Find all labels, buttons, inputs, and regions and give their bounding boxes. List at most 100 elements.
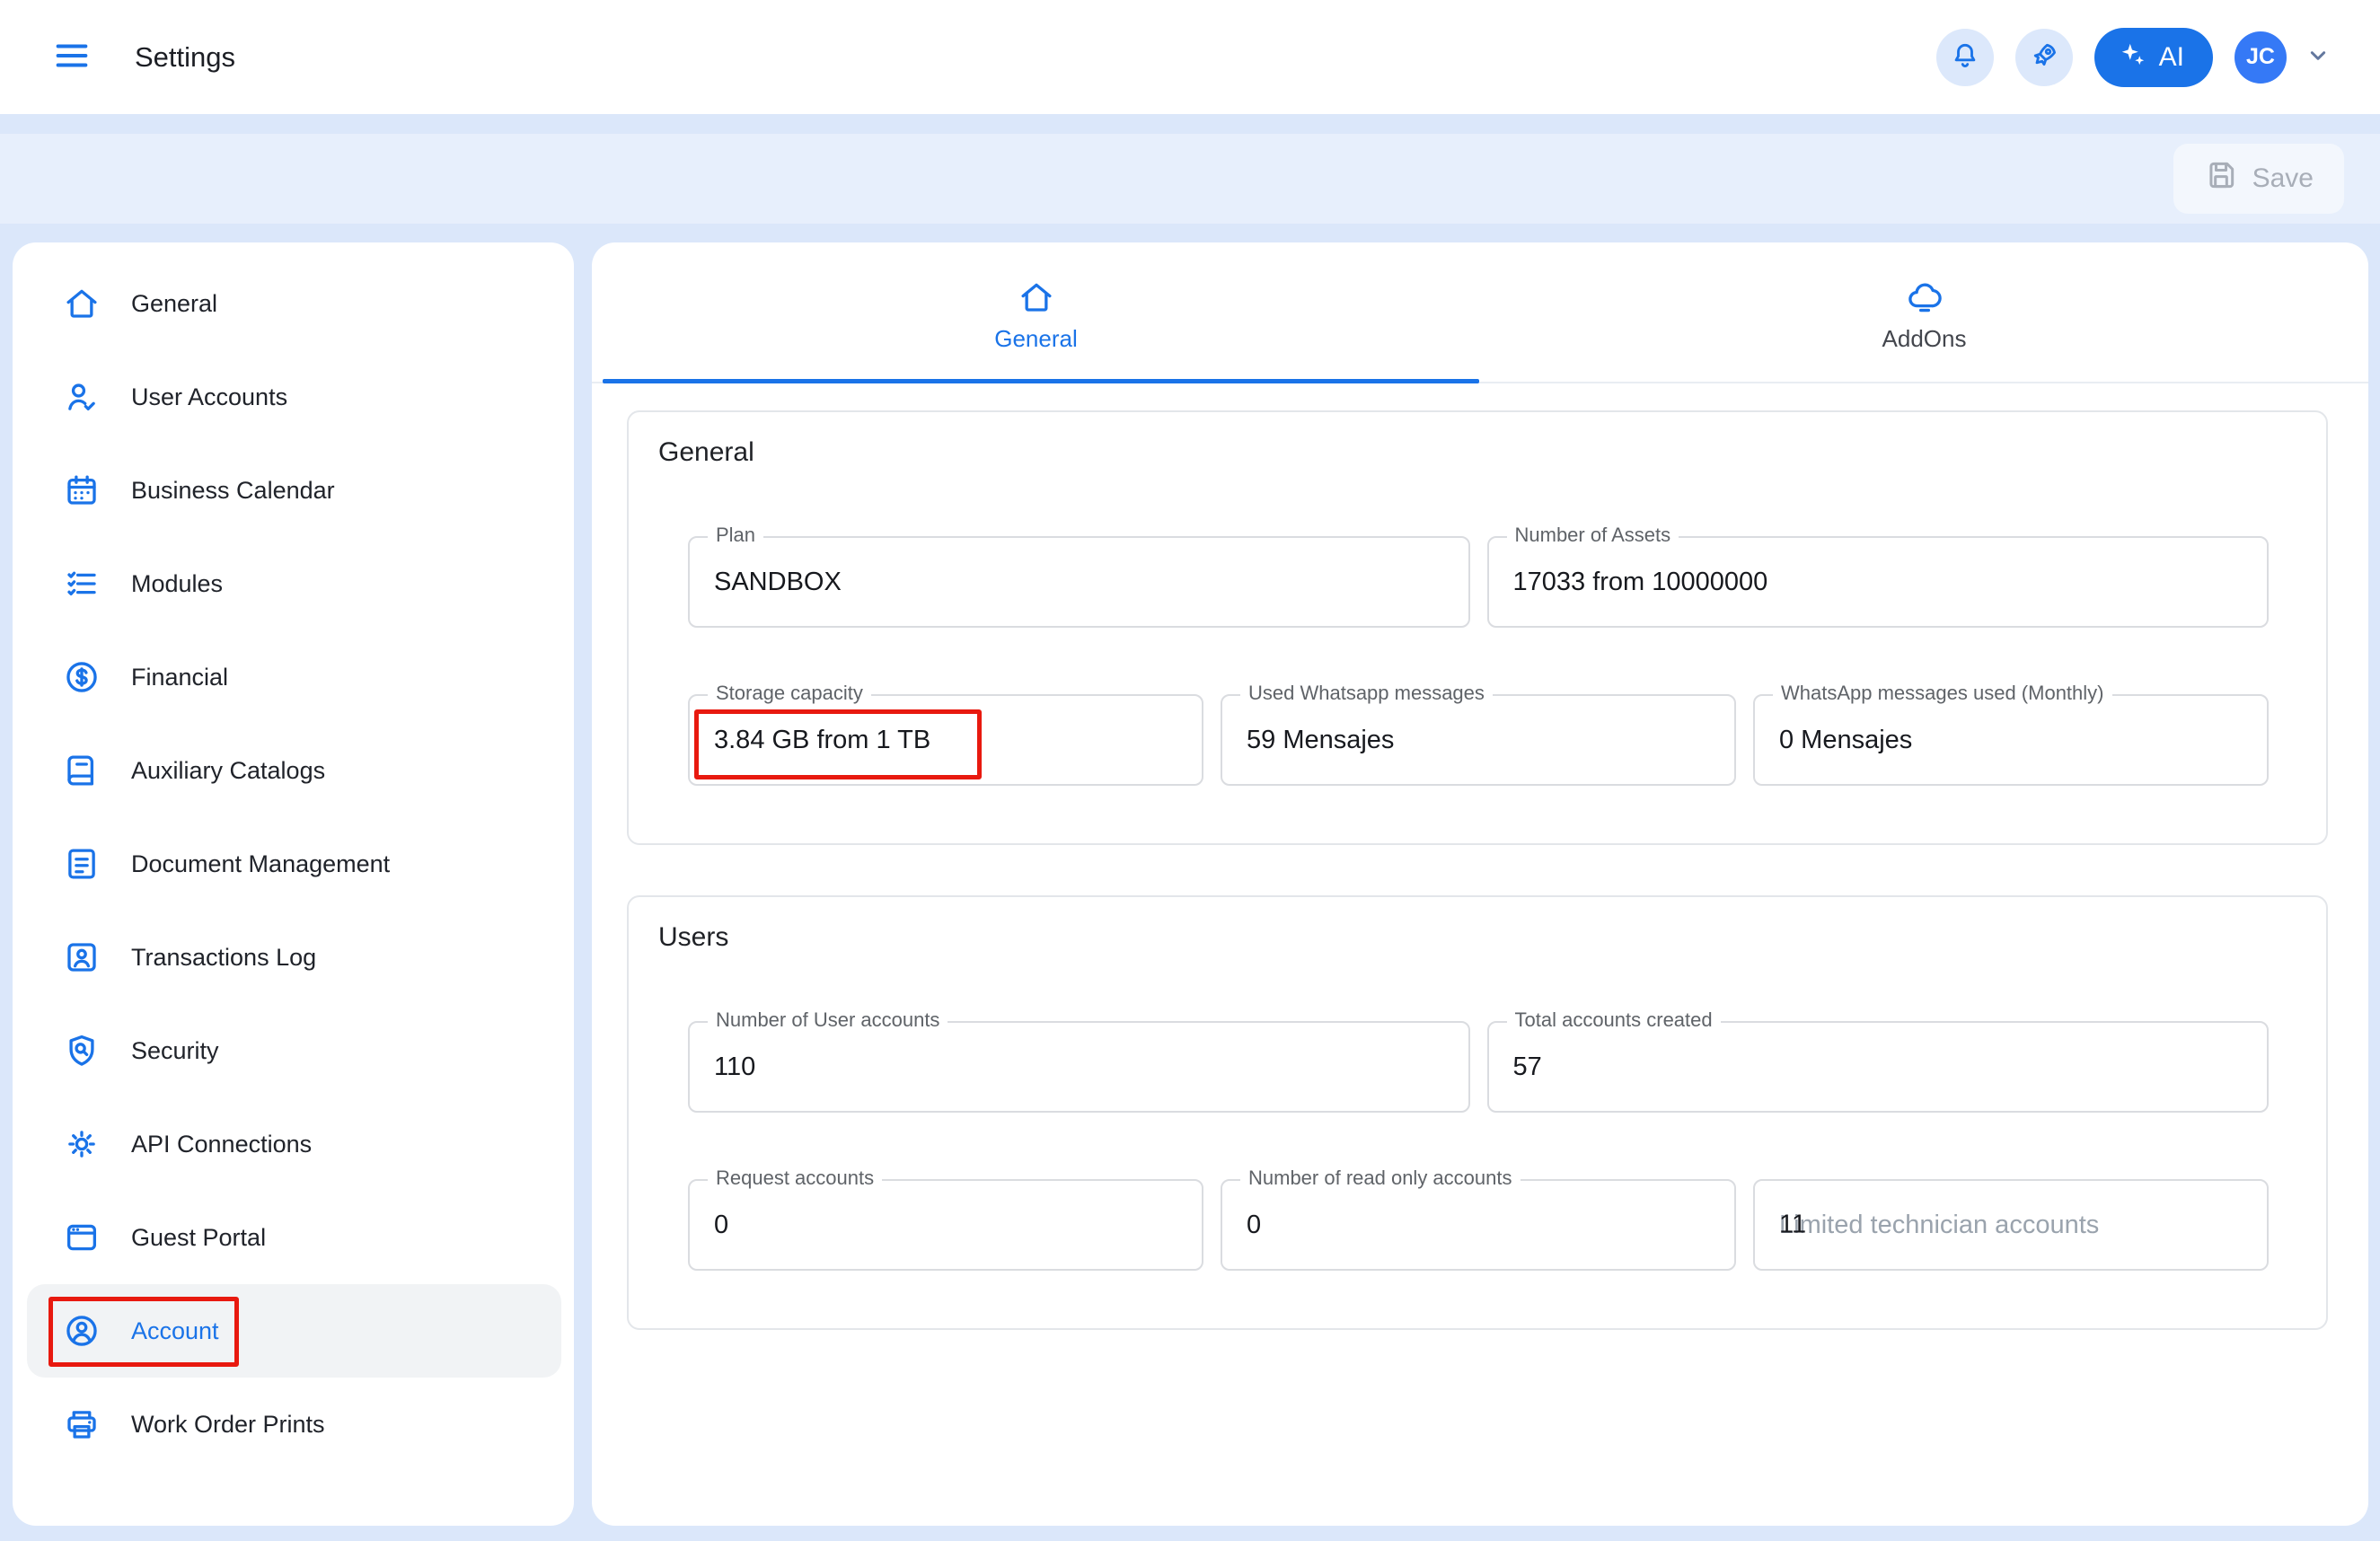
user-circle-icon: [63, 1312, 101, 1350]
storage-capacity-field-label: Storage capacity: [708, 682, 871, 705]
general-section-title: General: [658, 437, 2326, 468]
sidebar-item-label: User Accounts: [131, 383, 287, 411]
save-button[interactable]: Save: [2173, 144, 2344, 214]
total-accounts-created-field-label: Total accounts created: [1507, 1008, 1721, 1032]
sidebar-item-label: General: [131, 290, 217, 318]
general-fields-row-2: Storage capacity 3.84 GB from 1 TB Used …: [688, 694, 2269, 786]
used-whatsapp-messages-field-value: 59 Mensajes: [1247, 726, 1394, 755]
gear-connections-icon: [63, 1125, 101, 1163]
total-accounts-created-field[interactable]: Total accounts created 57: [1487, 1021, 2270, 1113]
general-section: General Plan SANDBOX Number of Assets 17…: [627, 410, 2328, 845]
read-only-accounts-field[interactable]: Number of read only accounts 0: [1221, 1179, 1736, 1271]
request-accounts-field[interactable]: Request accounts 0: [688, 1179, 1203, 1271]
notifications-button[interactable]: [1936, 29, 1994, 86]
plan-field-value: SANDBOX: [714, 568, 842, 597]
topbar-actions: AI JC: [1936, 28, 2335, 87]
sidebar-item-business-calendar[interactable]: Business Calendar: [13, 444, 574, 537]
sidebar-item-label: Work Order Prints: [131, 1411, 325, 1439]
users-fields-row-2: Request accounts 0 Number of read only a…: [688, 1179, 2269, 1271]
content-area: General User Accounts Business Calendar …: [0, 242, 2380, 1526]
storage-capacity-field-value: 3.84 GB from 1 TB: [714, 726, 930, 755]
sidebar-item-label: Account: [131, 1317, 219, 1345]
sidebar-item-transactions-log[interactable]: Transactions Log: [13, 911, 574, 1004]
checklist-icon: [63, 565, 101, 603]
sidebar-item-work-order-prints[interactable]: Work Order Prints: [13, 1378, 574, 1471]
number-of-user-accounts-field-value: 110: [714, 1052, 755, 1082]
document-icon: [63, 845, 101, 883]
plan-field[interactable]: Plan SANDBOX: [688, 536, 1470, 628]
sidebar-item-general[interactable]: General: [13, 257, 574, 350]
tab-label: AddOns: [1882, 325, 1967, 353]
total-accounts-created-field-value: 57: [1513, 1052, 1542, 1082]
account-menu-button[interactable]: [2301, 40, 2335, 75]
plan-field-label: Plan: [708, 524, 763, 547]
sidebar-item-financial[interactable]: Financial: [13, 630, 574, 724]
active-tab-indicator: [603, 379, 1479, 383]
number-of-user-accounts-field[interactable]: Number of User accounts 110: [688, 1021, 1470, 1113]
tab-addons[interactable]: AddOns: [1480, 242, 2368, 382]
request-accounts-field-value: 0: [714, 1211, 728, 1240]
user-card-icon: [63, 938, 101, 976]
sidebar-item-label: Document Management: [131, 850, 390, 878]
sidebar-item-label: Financial: [131, 664, 228, 691]
page-title: Settings: [135, 41, 235, 74]
menu-button[interactable]: [48, 34, 95, 81]
launch-button[interactable]: [2015, 29, 2073, 86]
user-check-icon: [63, 378, 101, 416]
printer-icon: [63, 1405, 101, 1443]
book-icon: [63, 752, 101, 789]
sidebar-item-label: Modules: [131, 570, 223, 598]
sidebar-item-account[interactable]: Account: [27, 1284, 561, 1378]
save-button-label: Save: [2252, 163, 2314, 194]
settings-sidebar: General User Accounts Business Calendar …: [13, 242, 574, 1526]
sidebar-item-label: API Connections: [131, 1131, 312, 1158]
sidebar-item-user-accounts[interactable]: User Accounts: [13, 350, 574, 444]
limited-technician-accounts-field[interactable]: Limited technician accounts 11: [1753, 1179, 2269, 1271]
sidebar-item-guest-portal[interactable]: Guest Portal: [13, 1191, 574, 1284]
general-fields-row-1: Plan SANDBOX Number of Assets 17033 from…: [688, 536, 2269, 628]
calendar-icon: [63, 471, 101, 509]
home-icon: [63, 285, 101, 322]
sparkle-icon: [2116, 38, 2148, 77]
sidebar-item-label: Security: [131, 1037, 219, 1065]
read-only-accounts-field-value: 0: [1247, 1211, 1261, 1240]
number-of-assets-field-value: 17033 from 10000000: [1513, 568, 1768, 597]
used-whatsapp-messages-field[interactable]: Used Whatsapp messages 59 Mensajes: [1221, 694, 1736, 786]
sidebar-item-modules[interactable]: Modules: [13, 537, 574, 630]
tab-label: General: [994, 325, 1078, 353]
tab-general[interactable]: General: [592, 242, 1480, 382]
users-section: Users Number of User accounts 110 Total …: [627, 895, 2328, 1330]
top-bar: Settings AI JC: [0, 0, 2380, 114]
sidebar-item-security[interactable]: Security: [13, 1004, 574, 1097]
tab-bar: General AddOns: [592, 242, 2368, 383]
sidebar-item-label: Auxiliary Catalogs: [131, 757, 325, 785]
home-icon: [1018, 278, 1055, 316]
used-whatsapp-messages-field-label: Used Whatsapp messages: [1240, 682, 1493, 705]
whatsapp-monthly-field-label: WhatsApp messages used (Monthly): [1773, 682, 2112, 705]
avatar[interactable]: JC: [2235, 31, 2287, 84]
sidebar-item-label: Business Calendar: [131, 477, 335, 505]
read-only-accounts-field-label: Number of read only accounts: [1240, 1167, 1521, 1190]
number-of-user-accounts-field-label: Number of User accounts: [708, 1008, 948, 1032]
hamburger-icon: [51, 35, 93, 79]
users-fields-row-1: Number of User accounts 110 Total accoun…: [688, 1021, 2269, 1113]
storage-capacity-field[interactable]: Storage capacity 3.84 GB from 1 TB: [688, 694, 1203, 786]
whatsapp-monthly-field[interactable]: WhatsApp messages used (Monthly) 0 Mensa…: [1753, 694, 2269, 786]
toolbar: Save: [0, 134, 2380, 224]
rocket-icon: [2028, 40, 2060, 75]
limited-technician-accounts-field-value: 11: [1779, 1211, 1806, 1240]
sidebar-item-label: Guest Portal: [131, 1224, 266, 1252]
request-accounts-field-label: Request accounts: [708, 1167, 882, 1190]
sidebar-item-document-management[interactable]: Document Management: [13, 817, 574, 911]
save-floppy-icon: [2204, 158, 2238, 199]
sidebar-item-auxiliary-catalogs[interactable]: Auxiliary Catalogs: [13, 724, 574, 817]
bell-icon: [1949, 40, 1981, 75]
number-of-assets-field[interactable]: Number of Assets 17033 from 10000000: [1487, 536, 2270, 628]
sidebar-item-api-connections[interactable]: API Connections: [13, 1097, 574, 1191]
chevron-down-icon: [2304, 59, 2332, 73]
dollar-circle-icon: [63, 658, 101, 696]
limited-technician-accounts-inline-label: Limited technician accounts: [1779, 1211, 2099, 1240]
whatsapp-monthly-field-value: 0 Mensajes: [1779, 726, 1912, 755]
shield-search-icon: [63, 1032, 101, 1070]
ai-assistant-button[interactable]: AI: [2094, 28, 2213, 87]
